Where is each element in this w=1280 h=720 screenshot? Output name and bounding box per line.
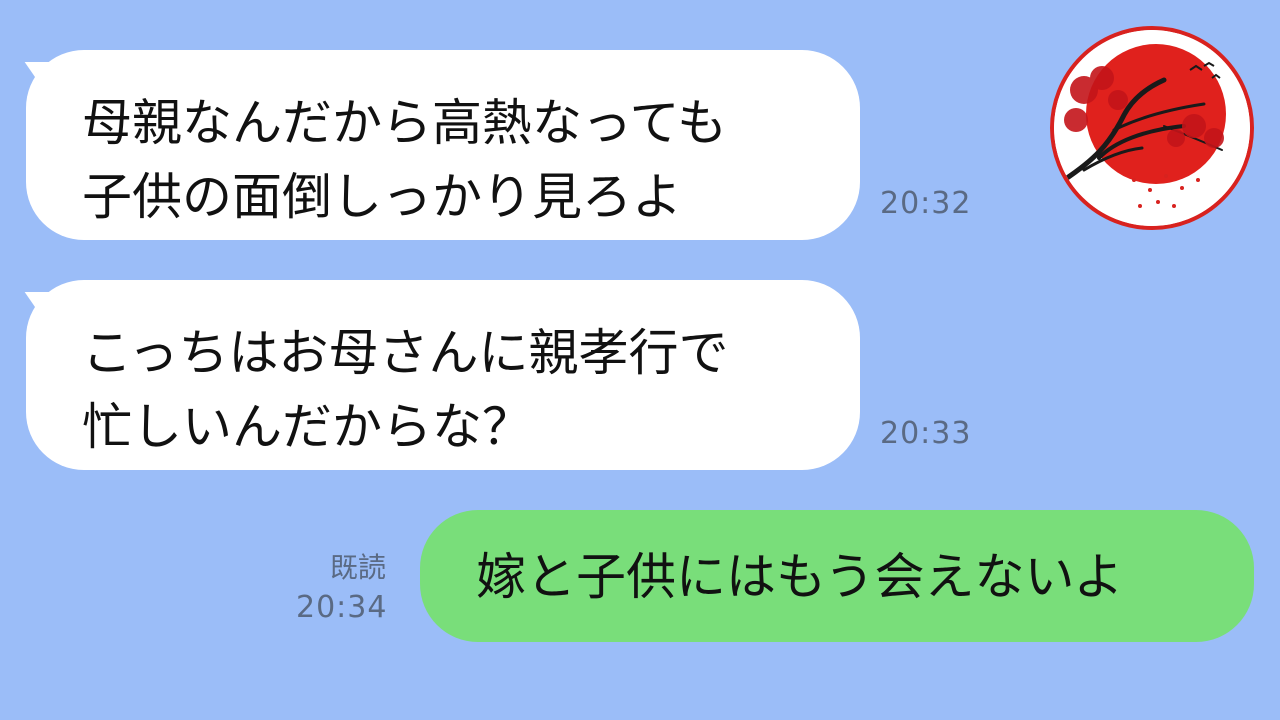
message-timestamp: 20:33	[880, 416, 972, 451]
message-timestamp: 20:34	[296, 590, 388, 625]
message-bubble-incoming[interactable]: 母親なんだから高熱なっても 子供の面倒しっかり見ろよ	[26, 50, 860, 240]
red-sun-maple-tree-icon	[1054, 30, 1250, 226]
message-text-line: 子供の面倒しっかり見ろよ	[82, 168, 682, 226]
read-receipt: 既読	[330, 551, 387, 584]
message-text-line: 母親なんだから高熱なっても	[82, 94, 727, 152]
message-timestamp: 20:32	[880, 186, 972, 221]
message-bubble-outgoing[interactable]: 嫁と子供にはもう会えないよ	[420, 510, 1254, 642]
contact-avatar[interactable]	[1050, 26, 1254, 230]
message-text-line: こっちはお母さんに親孝行で	[82, 324, 729, 382]
message-text-line: 忙しいんだからな？	[82, 398, 532, 456]
message-text-line: 嫁と子供にはもう会えないよ	[476, 548, 1124, 606]
message-bubble-incoming[interactable]: こっちはお母さんに親孝行で 忙しいんだからな？	[26, 280, 860, 470]
chat-thread: 母親なんだから高熱なっても 子供の面倒しっかり見ろよ 20:32 こっちはお母さ…	[0, 0, 1280, 720]
